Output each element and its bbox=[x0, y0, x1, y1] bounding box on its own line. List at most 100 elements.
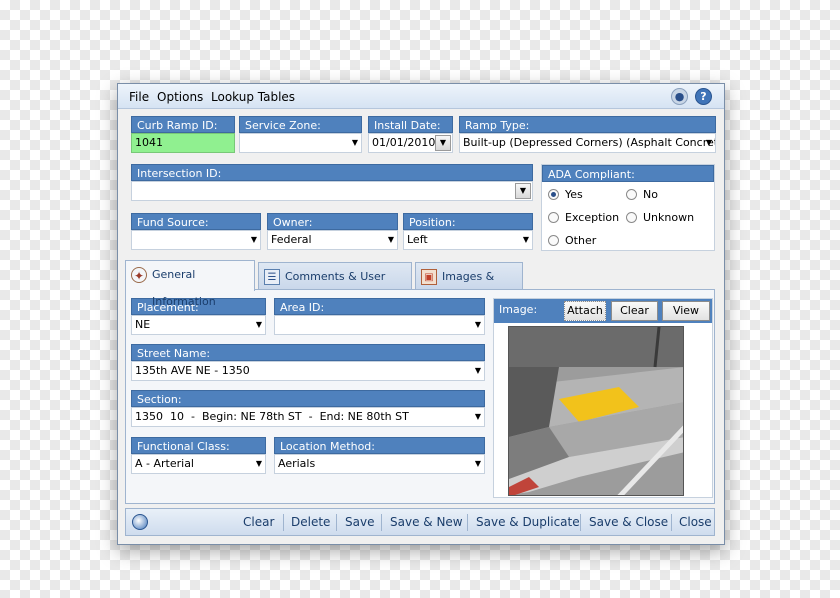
install-date-label: Install Date: bbox=[368, 116, 453, 133]
menu-bar: File Options Lookup Tables ● ? bbox=[118, 84, 724, 109]
placement-value: NE bbox=[135, 318, 151, 331]
ramp-type-select[interactable]: Built-up (Depressed Corners) (Asphalt Co… bbox=[459, 133, 716, 153]
clear-image-button[interactable]: Clear bbox=[611, 301, 658, 321]
save-close-button[interactable]: Save & Close bbox=[589, 515, 668, 529]
footer-divider bbox=[467, 514, 468, 531]
chevron-down-icon: ▼ bbox=[474, 320, 481, 329]
location-method-value: Aerials bbox=[278, 457, 316, 470]
tab-comments-user-fields[interactable]: ☰ Comments & User Fields bbox=[258, 262, 412, 310]
ada-option-label: Unknown bbox=[643, 211, 695, 224]
ramp-type-label: Ramp Type: bbox=[459, 116, 716, 133]
section-select[interactable]: 1350 10 - Begin: NE 78th ST - End: NE 80… bbox=[131, 407, 485, 427]
menu-options[interactable]: Options bbox=[157, 90, 203, 104]
view-image-button[interactable]: View bbox=[662, 301, 710, 321]
chat-icon[interactable]: ● bbox=[671, 88, 688, 105]
placement-select[interactable]: NE ▼ bbox=[131, 315, 266, 335]
street-name-group: Street Name: 135th AVE NE - 1350 ▼ bbox=[131, 344, 485, 382]
curb-ramp-id-label: Curb Ramp ID: bbox=[131, 116, 235, 133]
section-group: Section: 1350 10 - Begin: NE 78th ST - E… bbox=[131, 390, 485, 428]
chevron-down-icon: ▼ bbox=[522, 235, 529, 244]
ada-compliant-group: ADA Compliant: Yes No Exception Unknown … bbox=[541, 164, 715, 251]
footer-divider bbox=[580, 514, 581, 531]
calendar-dropdown-icon[interactable]: ▼ bbox=[435, 135, 451, 151]
menu-lookup-tables[interactable]: Lookup Tables bbox=[211, 90, 295, 104]
curb-ramp-photo bbox=[508, 326, 684, 496]
compass-icon: ✦ bbox=[131, 267, 147, 283]
street-name-select[interactable]: 135th AVE NE - 1350 ▼ bbox=[131, 361, 485, 381]
street-name-value: 135th AVE NE - 1350 bbox=[135, 364, 250, 377]
chevron-down-icon: ▼ bbox=[474, 459, 481, 468]
menu-file[interactable]: File bbox=[129, 90, 149, 104]
section-label: Section: bbox=[131, 390, 485, 407]
notes-icon: ☰ bbox=[264, 269, 280, 285]
footer-divider bbox=[381, 514, 382, 531]
attach-button[interactable]: Attach bbox=[564, 301, 606, 321]
location-method-label: Location Method: bbox=[274, 437, 485, 454]
service-zone-label: Service Zone: bbox=[239, 116, 362, 133]
ada-compliant-label: ADA Compliant: bbox=[542, 165, 714, 182]
curb-ramp-window: File Options Lookup Tables ● ? Curb Ramp… bbox=[117, 83, 725, 545]
chevron-down-icon: ▼ bbox=[250, 235, 257, 244]
close-button[interactable]: Close bbox=[679, 515, 712, 529]
area-id-group: Area ID: ▼ bbox=[274, 298, 485, 336]
curb-ramp-photo-drawing bbox=[509, 327, 683, 495]
footer-bar: Clear Delete Save Save & New Save & Dupl… bbox=[125, 508, 715, 536]
radio-selected-icon bbox=[548, 189, 559, 200]
radio-icon bbox=[548, 212, 559, 223]
location-method-select[interactable]: Aerials ▼ bbox=[274, 454, 485, 474]
install-date-value: 01/01/2010 bbox=[372, 136, 436, 149]
radio-icon bbox=[626, 212, 637, 223]
ramp-type-value: Built-up (Depressed Corners) (Asphalt Co… bbox=[463, 136, 716, 149]
image-panel-header: Image: Attach Clear View bbox=[494, 299, 712, 323]
position-group: Position: Left ▼ bbox=[403, 213, 533, 251]
ramp-type-group: Ramp Type: Built-up (Depressed Corners) … bbox=[459, 116, 716, 154]
general-information-panel: Placement: NE▼ Area ID: ▼ Street Name: 1… bbox=[125, 289, 715, 504]
radio-icon bbox=[548, 235, 559, 246]
chevron-down-icon: ▼ bbox=[387, 235, 394, 244]
curb-ramp-id-value: 1041 bbox=[135, 136, 163, 149]
save-button[interactable]: Save bbox=[345, 515, 374, 529]
functional-class-value: A - Arterial bbox=[135, 457, 194, 470]
chevron-down-icon: ▼ bbox=[474, 412, 481, 421]
owner-select[interactable]: Federal ▼ bbox=[267, 230, 398, 250]
intersection-id-label: Intersection ID: bbox=[131, 164, 533, 181]
save-duplicate-button[interactable]: Save & Duplicate bbox=[476, 515, 580, 529]
footer-divider bbox=[336, 514, 337, 531]
chevron-down-icon: ▼ bbox=[255, 459, 262, 468]
chevron-down-icon: ▼ bbox=[705, 138, 712, 147]
curb-ramp-id-group: Curb Ramp ID: 1041 bbox=[131, 116, 235, 154]
status-globe-icon[interactable] bbox=[132, 514, 148, 530]
area-id-select[interactable]: ▼ bbox=[274, 315, 485, 335]
image-panel: Image: Attach Clear View bbox=[493, 298, 713, 498]
fund-source-group: Fund Source: ▼ bbox=[131, 213, 261, 251]
save-new-button[interactable]: Save & New bbox=[390, 515, 463, 529]
owner-label: Owner: bbox=[267, 213, 398, 230]
clear-button[interactable]: Clear bbox=[243, 515, 274, 529]
ada-option-label: No bbox=[643, 188, 658, 201]
owner-value: Federal bbox=[271, 233, 312, 246]
chevron-down-icon: ▼ bbox=[474, 366, 481, 375]
tab-general-information[interactable]: ✦ General Information bbox=[125, 260, 255, 308]
install-date-picker[interactable]: 01/01/2010 ▼ bbox=[368, 133, 453, 153]
section-value: 1350 10 - Begin: NE 78th ST - End: NE 80… bbox=[135, 410, 409, 423]
curb-ramp-id-field[interactable]: 1041 bbox=[131, 133, 235, 153]
functional-class-select[interactable]: A - Arterial ▼ bbox=[131, 454, 266, 474]
ada-option-label: Yes bbox=[565, 188, 583, 201]
tab-strip: ✦ General Information ☰ Comments & User … bbox=[125, 260, 715, 310]
intersection-id-combobox[interactable]: ▼ bbox=[131, 181, 533, 201]
intersection-id-group: Intersection ID: ▼ bbox=[131, 164, 533, 202]
position-select[interactable]: Left ▼ bbox=[403, 230, 533, 250]
fund-source-select[interactable]: ▼ bbox=[131, 230, 261, 250]
chevron-down-icon[interactable]: ▼ bbox=[515, 183, 531, 199]
ada-option-label: Exception bbox=[565, 211, 620, 224]
tab-images-docs[interactable]: ▣ Images & Docs bbox=[415, 262, 523, 310]
functional-class-label: Functional Class: bbox=[131, 437, 266, 454]
ada-option-label: Other bbox=[565, 234, 597, 247]
chevron-down-icon: ▼ bbox=[255, 320, 262, 329]
help-icon[interactable]: ? bbox=[695, 88, 712, 105]
position-value: Left bbox=[407, 233, 428, 246]
service-zone-select[interactable]: ▼ bbox=[239, 133, 362, 153]
position-label: Position: bbox=[403, 213, 533, 230]
delete-button[interactable]: Delete bbox=[291, 515, 330, 529]
image-label: Image: bbox=[499, 303, 538, 316]
